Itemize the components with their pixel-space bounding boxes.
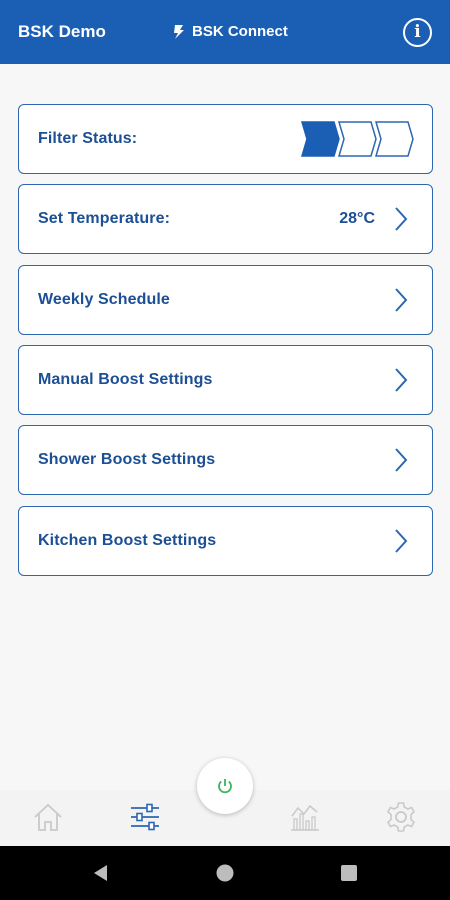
chevron-right-icon	[395, 207, 408, 231]
recents-icon[interactable]	[340, 864, 358, 882]
filter-status-card: Filter Status:	[18, 104, 433, 174]
app-header: BSK Demo BSK Connect i	[0, 0, 450, 64]
weekly-schedule-card[interactable]: Weekly Schedule	[18, 265, 433, 335]
filter-level-indicator	[300, 121, 414, 157]
filter-segment-3	[374, 121, 414, 157]
shower-boost-label: Shower Boost Settings	[38, 451, 216, 468]
kitchen-boost-label: Kitchen Boost Settings	[38, 532, 217, 549]
power-button[interactable]	[197, 758, 253, 814]
info-button[interactable]: i	[403, 18, 432, 47]
shower-boost-card[interactable]: Shower Boost Settings	[18, 425, 433, 495]
temperature-value: 28°C	[339, 210, 375, 227]
brand: BSK Connect	[172, 23, 288, 40]
kitchen-boost-card[interactable]: Kitchen Boost Settings	[18, 506, 433, 576]
chart-icon[interactable]	[288, 800, 322, 834]
brand-logo-icon	[174, 24, 184, 39]
filter-segment-1	[300, 121, 340, 157]
weekly-schedule-label: Weekly Schedule	[38, 291, 170, 308]
chevron-right-icon	[395, 368, 408, 392]
home-circle-icon[interactable]	[216, 864, 234, 882]
home-icon[interactable]	[31, 800, 65, 834]
filter-segment-2	[337, 121, 377, 157]
chevron-right-icon	[395, 529, 408, 553]
set-temperature-card[interactable]: Set Temperature: 28°C	[18, 184, 433, 254]
header-title: BSK Demo	[18, 22, 106, 41]
system-nav-bar	[0, 846, 450, 900]
brand-name: BSK Connect	[192, 23, 288, 40]
sliders-icon[interactable]	[128, 800, 162, 834]
set-temperature-label: Set Temperature:	[38, 210, 171, 227]
manual-boost-label: Manual Boost Settings	[38, 371, 213, 388]
gear-icon[interactable]	[384, 800, 418, 834]
power-icon	[218, 779, 232, 794]
info-icon: i	[414, 22, 421, 42]
chevron-right-icon	[395, 288, 408, 312]
back-icon[interactable]	[92, 864, 110, 882]
filter-status-label: Filter Status:	[38, 130, 138, 147]
chevron-right-icon	[395, 448, 408, 472]
manual-boost-card[interactable]: Manual Boost Settings	[18, 345, 433, 415]
